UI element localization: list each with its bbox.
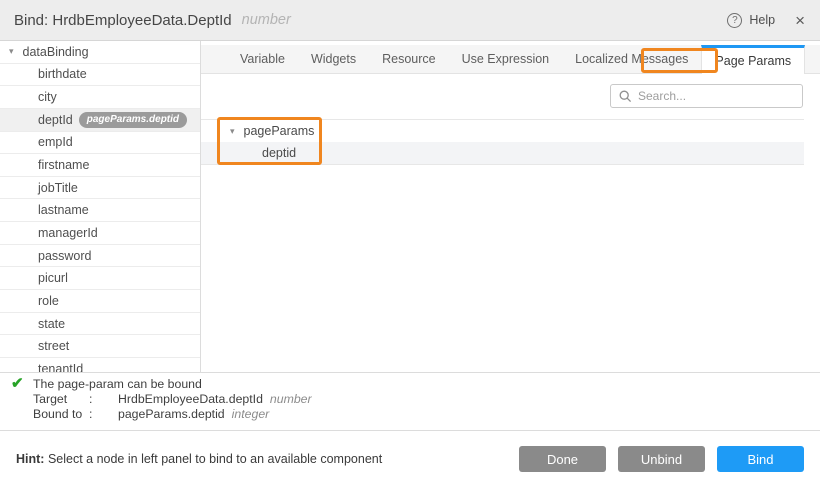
sidebar-item-label: lastname <box>38 203 89 217</box>
page-title: Bind: HrdbEmployeeData.DeptId <box>14 12 232 29</box>
status-value: HrdbEmployeeData.deptId <box>118 392 263 407</box>
binding-tree-panel: ▾ dataBinding birthdate city deptId page… <box>0 41 201 372</box>
page-params-tree: ▾ pageParams deptid <box>201 119 804 165</box>
sidebar-item[interactable]: city <box>0 86 200 109</box>
tab-variable[interactable]: Variable <box>227 45 298 73</box>
tab-widgets[interactable]: Widgets <box>298 45 369 73</box>
sidebar-item-label: dataBinding <box>23 45 89 59</box>
sidebar-item-label: picurl <box>38 271 68 285</box>
sidebar-item[interactable]: jobTitle <box>0 177 200 200</box>
status-boundto-row: Bound to : pageParams.deptid integer <box>33 407 312 422</box>
binding-badge: pageParams.deptid <box>79 112 187 128</box>
search-input[interactable] <box>638 89 794 103</box>
sidebar-item-label: city <box>38 90 57 104</box>
search-box[interactable] <box>610 84 803 108</box>
tab-resource[interactable]: Resource <box>369 45 449 73</box>
action-buttons: Done Unbind Bind <box>519 446 804 472</box>
close-icon[interactable]: × <box>795 12 805 29</box>
sidebar-item[interactable]: role <box>0 290 200 313</box>
sidebar-item[interactable]: empId <box>0 132 200 155</box>
sidebar-item-label: birthdate <box>38 67 87 81</box>
sidebar-item[interactable]: password <box>0 245 200 268</box>
footer-bar: Hint: Select a node in left panel to bin… <box>0 431 820 487</box>
tree-node-label: deptid <box>262 146 296 160</box>
status-panel: ✔ The page-param can be bound Target : H… <box>0 372 820 431</box>
sidebar-item[interactable]: lastname <box>0 199 200 222</box>
tab-use-expression[interactable]: Use Expression <box>449 45 563 73</box>
sidebar-item-label: password <box>38 249 92 263</box>
sidebar-item-label: street <box>38 339 69 353</box>
done-button[interactable]: Done <box>519 446 606 472</box>
hint-text: Hint: Select a node in left panel to bin… <box>16 452 382 466</box>
sidebar-item-label: jobTitle <box>38 181 78 195</box>
sidebar-item-label: role <box>38 294 59 308</box>
sidebar-item[interactable]: street <box>0 335 200 358</box>
tab-localized-messages[interactable]: Localized Messages <box>562 45 701 73</box>
search-icon <box>619 90 632 103</box>
dialog-titlebar: Bind: HrdbEmployeeData.DeptId number ? H… <box>0 0 820 41</box>
status-target-row: Target : HrdbEmployeeData.deptId number <box>33 392 312 407</box>
tab-page-params[interactable]: Page Params <box>701 45 805 74</box>
sidebar-item-label: deptId <box>38 113 73 127</box>
status-type: number <box>270 392 312 407</box>
sidebar-item-databinding[interactable]: ▾ dataBinding <box>0 41 200 64</box>
sidebar-item[interactable]: picurl <box>0 267 200 290</box>
status-type: integer <box>232 407 270 422</box>
status-message-row: The page-param can be bound <box>33 377 312 392</box>
sidebar-item-deptid[interactable]: deptId pageParams.deptid <box>0 109 200 132</box>
status-value: pageParams.deptid <box>118 407 225 422</box>
help-button[interactable]: Help <box>749 13 775 27</box>
status-lines: The page-param can be bound Target : Hrd… <box>33 377 312 423</box>
check-icon: ✔ <box>11 374 24 392</box>
sidebar-item[interactable]: state <box>0 313 200 336</box>
unbind-button[interactable]: Unbind <box>618 446 705 472</box>
sidebar-item-label: empId <box>38 135 73 149</box>
sidebar-item-label: managerId <box>38 226 98 240</box>
status-label: Bound to <box>33 407 89 422</box>
sidebar-item-label: tenantId <box>38 362 83 372</box>
status-message: The page-param can be bound <box>33 377 202 392</box>
sidebar-item[interactable]: firstname <box>0 154 200 177</box>
tree-node-pageparams[interactable]: ▾ pageParams <box>201 119 804 142</box>
tree-node-deptid[interactable]: deptid <box>201 142 804 165</box>
caret-down-icon[interactable]: ▾ <box>9 46 14 57</box>
status-separator: : <box>89 407 118 422</box>
hint-body: Select a node in left panel to bind to a… <box>44 452 382 466</box>
sidebar-item[interactable]: birthdate <box>0 64 200 87</box>
sidebar-item[interactable]: tenantId <box>0 358 200 372</box>
main-panel: Variable Widgets Resource Use Expression… <box>201 41 820 372</box>
status-label: Target <box>33 392 89 407</box>
tab-bar: Variable Widgets Resource Use Expression… <box>201 45 820 74</box>
titlebar-actions: ? Help × <box>727 12 805 29</box>
help-icon[interactable]: ? <box>727 13 742 28</box>
sidebar-item[interactable]: managerId <box>0 222 200 245</box>
caret-down-icon[interactable]: ▾ <box>230 126 235 137</box>
tree-node-label: pageParams <box>244 124 315 138</box>
hint-label: Hint: <box>16 452 44 466</box>
sidebar-item-label: state <box>38 317 65 331</box>
title-type-hint: number <box>242 12 291 28</box>
sidebar-item-label: firstname <box>38 158 89 172</box>
status-separator: : <box>89 392 118 407</box>
bind-button[interactable]: Bind <box>717 446 804 472</box>
